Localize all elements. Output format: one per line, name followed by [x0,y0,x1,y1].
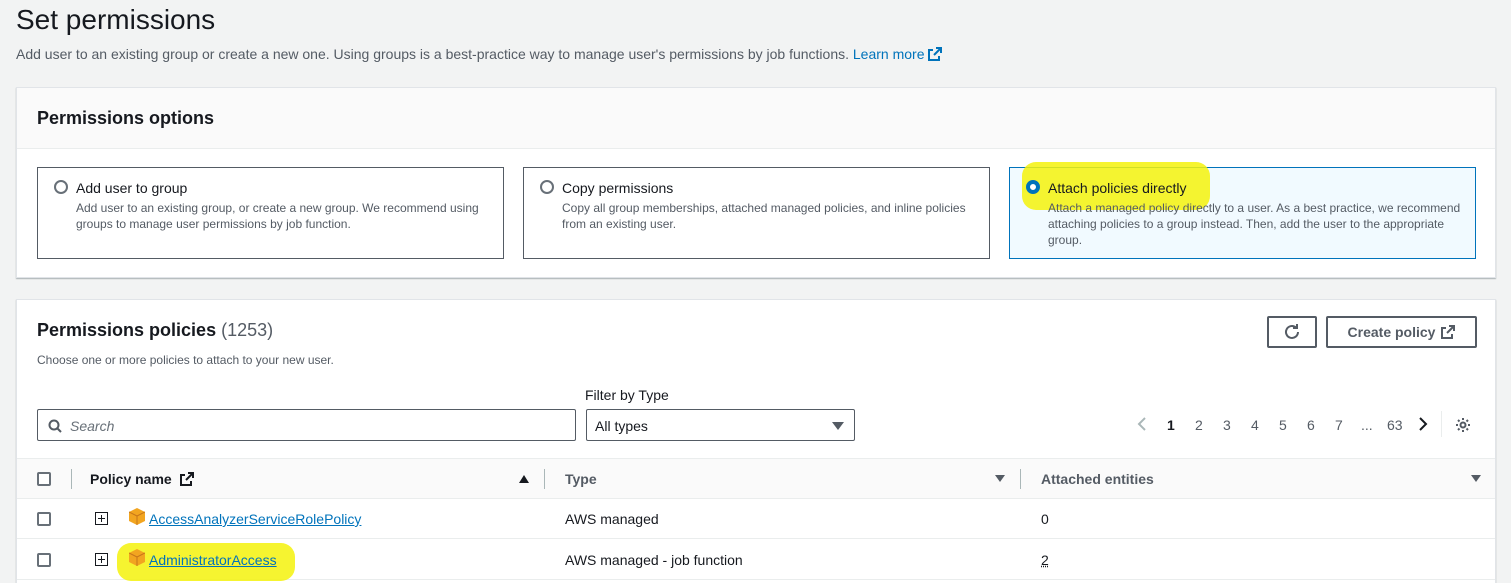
page-ellipsis: ... [1361,417,1373,433]
column-header-policy-name[interactable]: Policy name [90,471,194,487]
row-checkbox[interactable] [37,512,51,526]
policy-type: AWS managed - job function [565,552,743,568]
cube-icon [129,549,145,566]
page-description: Add user to an existing group or create … [16,46,943,62]
sort-icon[interactable] [1471,475,1481,482]
policy-link[interactable]: AdministratorAccess [149,552,277,568]
learn-more-link[interactable]: Learn more [853,46,943,62]
settings-icon[interactable] [1455,417,1471,433]
permissions-policies-description: Choose one or more policies to attach to… [37,353,334,367]
column-divider [71,469,72,489]
filter-by-type-label: Filter by Type [585,387,669,403]
column-divider [1020,469,1021,489]
option-description: Copy all group memberships, attached man… [562,201,966,231]
column-header-type[interactable]: Type [565,471,597,487]
external-link-icon [179,472,194,486]
permissions-options-header: Permissions options [17,88,1495,149]
attached-entities: 0 [1041,511,1049,527]
sort-ascending-icon[interactable] [519,475,529,483]
option-description: Add user to an existing group, or create… [76,201,479,231]
sort-icon[interactable] [995,475,1005,482]
filter-type-value: All types [595,418,648,434]
page-6[interactable]: 6 [1307,417,1315,433]
option-attach-policies-directly[interactable]: Attach policies directly Attach a manage… [1009,162,1476,259]
option-add-user-to-group[interactable]: Add user to group Add user to an existin… [37,167,504,259]
external-link-icon [1441,325,1456,339]
permissions-policies-panel: Permissions policies (1253) Choose one o… [16,299,1496,583]
page-63[interactable]: 63 [1387,417,1403,433]
search-icon [48,419,62,433]
page-1[interactable]: 1 [1167,417,1175,433]
option-copy-permissions[interactable]: Copy permissions Copy all group membersh… [523,167,990,259]
radio-attach-policies-directly[interactable] [1026,180,1040,194]
page-5[interactable]: 5 [1279,417,1287,433]
permissions-options-title: Permissions options [37,108,215,128]
page-7[interactable]: 7 [1335,417,1343,433]
policy-link[interactable]: AccessAnalyzerServiceRolePolicy [149,511,361,527]
column-divider [544,469,545,489]
table-row: AdministratorAccess AWS managed - job fu… [17,540,1495,581]
expand-icon[interactable] [95,553,108,566]
search-placeholder: Search [70,418,115,434]
page-2[interactable]: 2 [1195,417,1203,433]
expand-icon[interactable] [95,512,108,525]
radio-copy-permissions[interactable] [540,180,554,194]
table-row: AccessAnalyzerServiceRolePolicy AWS mana… [17,499,1495,539]
refresh-icon [1285,324,1299,339]
policies-count: (1253) [221,320,274,340]
pagination-divider [1441,411,1442,437]
create-policy-button[interactable]: Create policy [1326,316,1477,348]
policies-table-header: Policy name Type Attached entities [17,458,1495,499]
create-policy-label: Create policy [1347,324,1436,340]
option-title: Attach policies directly [1048,180,1187,196]
page-description-text: Add user to an existing group or create … [16,46,849,62]
page-4[interactable]: 4 [1251,417,1259,433]
policy-type: AWS managed [565,511,659,527]
chevron-right-icon[interactable] [1417,416,1429,432]
option-title: Copy permissions [562,180,674,196]
page-title: Set permissions [16,4,216,35]
caret-down-icon [832,422,844,430]
search-input[interactable]: Search [37,409,576,441]
select-all-checkbox[interactable] [37,472,51,486]
option-title: Add user to group [76,180,188,196]
row-checkbox[interactable] [37,553,51,567]
filter-type-select[interactable]: All types [586,409,855,441]
radio-add-user-to-group[interactable] [54,180,68,194]
attached-entities[interactable]: 2 [1041,552,1049,568]
external-link-icon [928,47,943,61]
page-3[interactable]: 3 [1223,417,1231,433]
chevron-left-icon[interactable] [1136,416,1148,432]
refresh-button[interactable] [1267,316,1317,348]
permissions-policies-title: Permissions policies (1253) [37,320,274,340]
cube-icon [129,508,145,525]
option-description: Attach a managed policy directly to a us… [1048,201,1461,247]
column-header-attached-entities[interactable]: Attached entities [1041,471,1154,487]
permissions-options-panel: Permissions options Add user to group Ad… [16,87,1496,278]
